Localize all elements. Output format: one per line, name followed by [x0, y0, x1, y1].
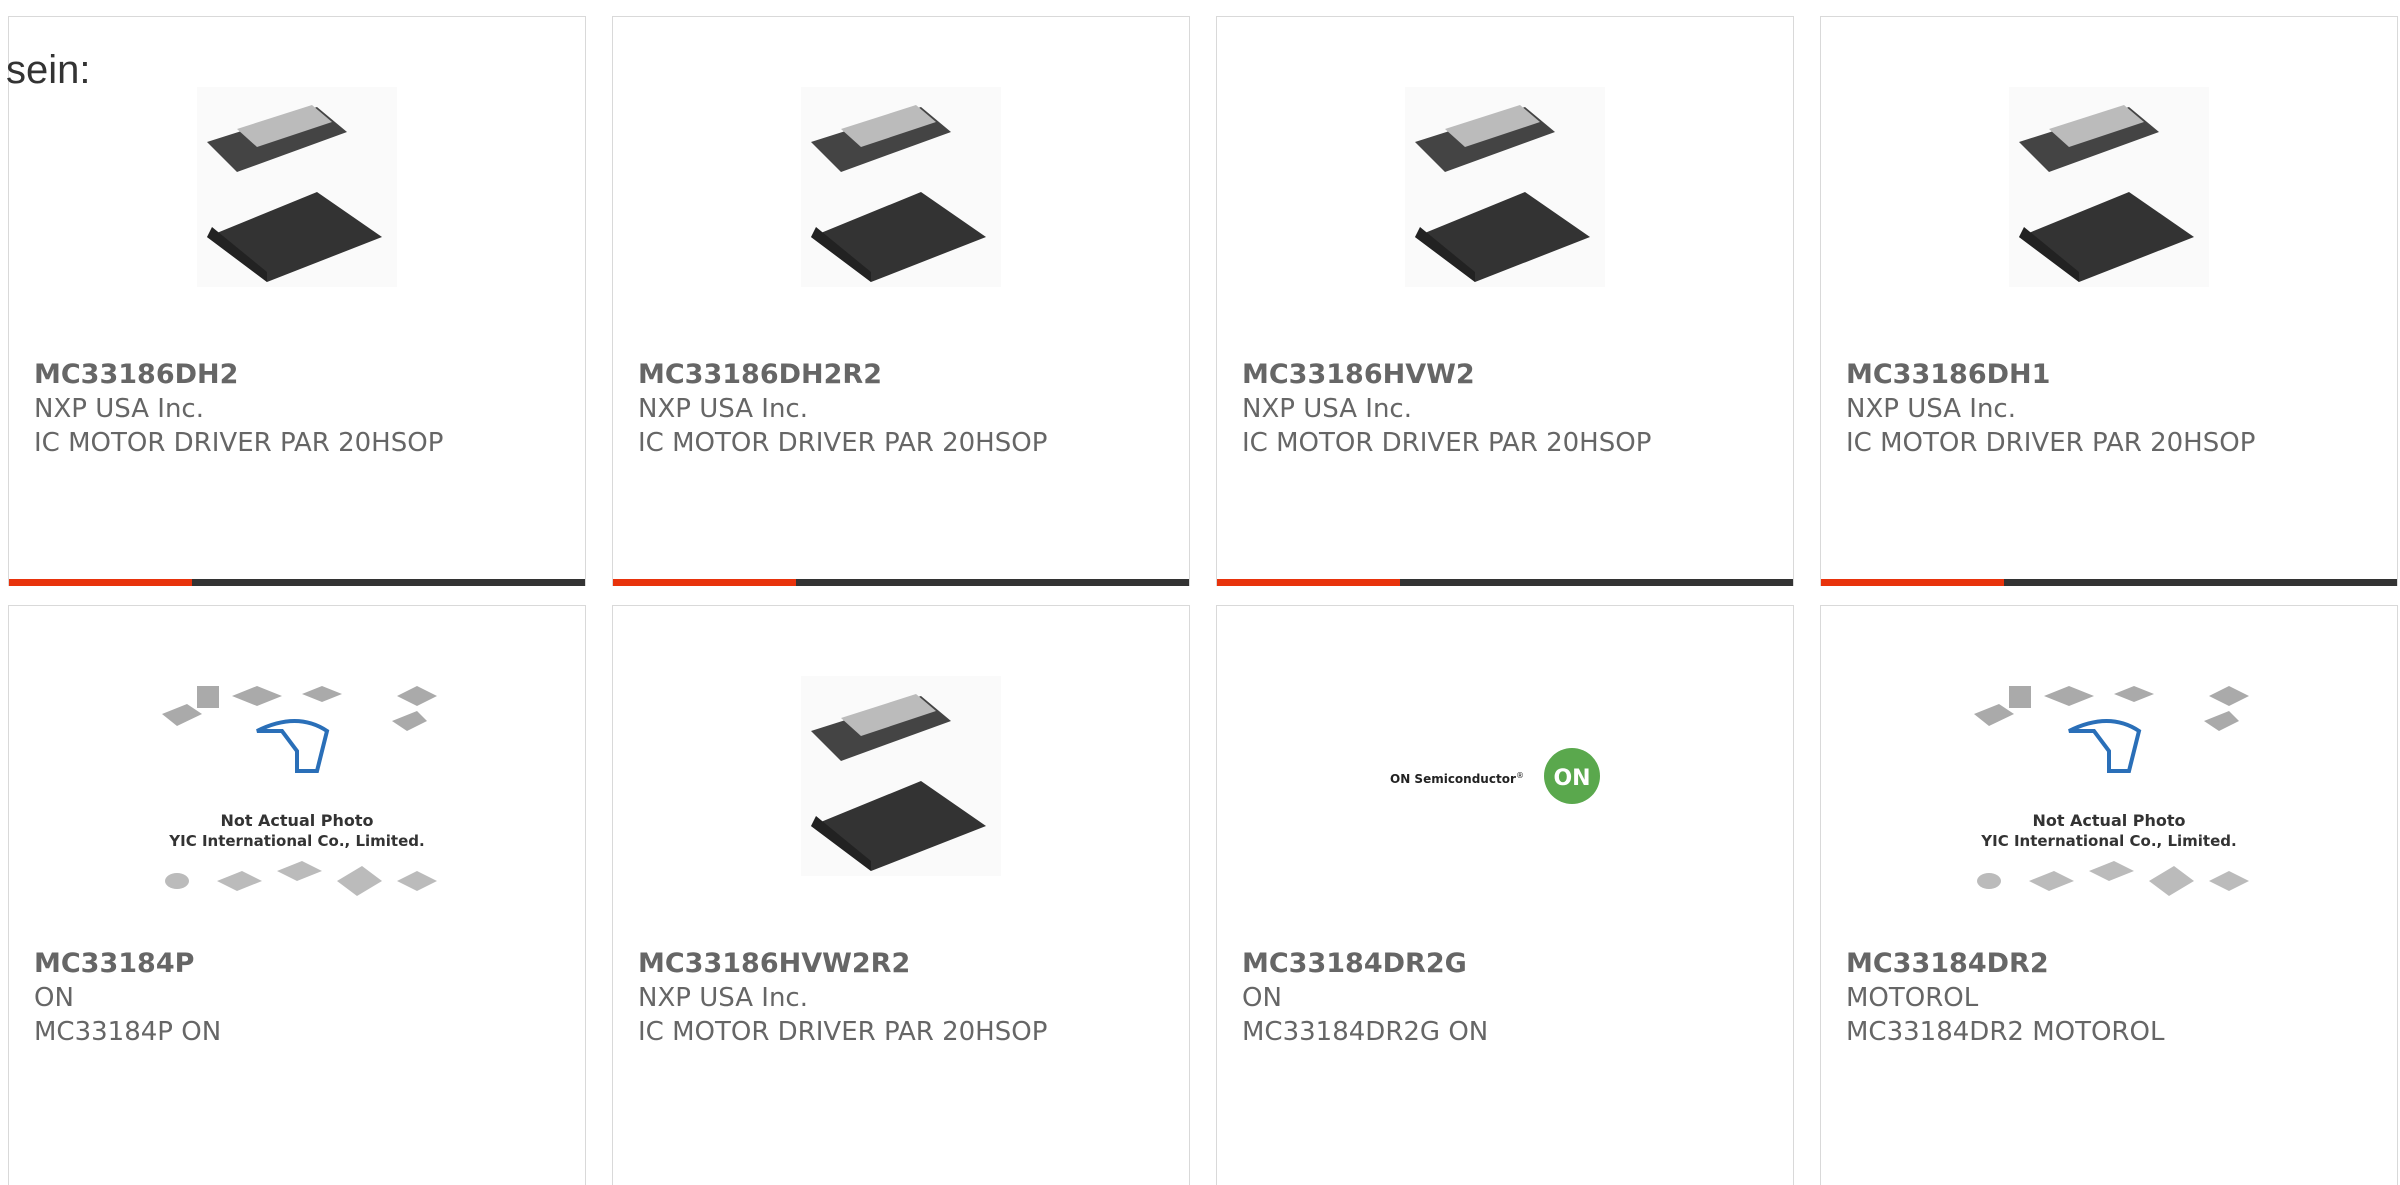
- manufacturer: NXP USA Inc.: [638, 394, 808, 424]
- card-bar-accent: [613, 579, 796, 586]
- chip-image: [1405, 87, 1605, 287]
- description: IC MOTOR DRIVER PAR 20HSOP: [1242, 428, 1652, 458]
- logo-brand: ON Semiconductor: [1390, 772, 1516, 786]
- product-card[interactable]: Not Actual Photo YIC International Co., …: [8, 605, 586, 1185]
- card-bar: [613, 579, 1189, 586]
- description: MC33184P ON: [34, 1017, 222, 1047]
- part-number[interactable]: MC33186DH1: [1846, 359, 2050, 390]
- product-card[interactable]: ON Semiconductor ® ON MC33184DR2G ON MC3…: [1216, 605, 1794, 1185]
- description: MC33184DR2G ON: [1242, 1017, 1489, 1047]
- lead-text: sein:: [6, 48, 91, 92]
- part-number[interactable]: MC33186DH2R2: [638, 359, 882, 390]
- part-number[interactable]: MC33184P: [34, 948, 194, 979]
- manufacturer: NXP USA Inc.: [1846, 394, 2016, 424]
- placeholder-line1: Not Actual Photo: [220, 811, 373, 830]
- logo-reg: ®: [1516, 771, 1524, 780]
- placeholder-line2: YIC International Co., Limited.: [168, 832, 424, 850]
- not-actual-photo-image: Not Actual Photo YIC International Co., …: [157, 676, 437, 906]
- part-number[interactable]: MC33186DH2: [34, 359, 238, 390]
- part-number[interactable]: MC33184DR2: [1846, 948, 2049, 979]
- part-number[interactable]: MC33186HVW2R2: [638, 948, 910, 979]
- product-card[interactable]: MC33186DH1 NXP USA Inc. IC MOTOR DRIVER …: [1820, 16, 2398, 586]
- card-bar: [1821, 579, 2397, 586]
- chip-image: [197, 87, 397, 287]
- product-card[interactable]: Not Actual Photo YIC International Co., …: [1820, 605, 2398, 1185]
- card-bar-accent: [1821, 579, 2004, 586]
- manufacturer: MOTOROL: [1846, 983, 1979, 1013]
- manufacturer: NXP USA Inc.: [1242, 394, 1412, 424]
- product-card[interactable]: MC33186DH2R2 NXP USA Inc. IC MOTOR DRIVE…: [612, 16, 1190, 586]
- chip-image: [801, 87, 1001, 287]
- description: IC MOTOR DRIVER PAR 20HSOP: [638, 428, 1048, 458]
- product-card[interactable]: MC33186HVW2 NXP USA Inc. IC MOTOR DRIVER…: [1216, 16, 1794, 586]
- manufacturer: ON: [1242, 983, 1282, 1013]
- card-bar: [1217, 579, 1793, 586]
- description: MC33184DR2 MOTOROL: [1846, 1017, 2165, 1047]
- product-card[interactable]: MC33186DH2 NXP USA Inc. IC MOTOR DRIVER …: [8, 16, 586, 586]
- manufacturer: ON: [34, 983, 74, 1013]
- description: IC MOTOR DRIVER PAR 20HSOP: [638, 1017, 1048, 1047]
- card-bar-accent: [1217, 579, 1400, 586]
- chip-image: [801, 676, 1001, 876]
- manufacturer: NXP USA Inc.: [34, 394, 204, 424]
- description: IC MOTOR DRIVER PAR 20HSOP: [34, 428, 444, 458]
- onsemi-logo-image: ON Semiconductor ® ON: [1390, 731, 1620, 821]
- placeholder-line2: YIC International Co., Limited.: [1980, 832, 2236, 850]
- part-number[interactable]: MC33186HVW2: [1242, 359, 1475, 390]
- not-actual-photo-image: Not Actual Photo YIC International Co., …: [1969, 676, 2249, 906]
- logo-mark: ON: [1553, 766, 1590, 791]
- chip-image: [2009, 87, 2209, 287]
- card-bar: [9, 579, 585, 586]
- card-bar-accent: [9, 579, 192, 586]
- manufacturer: NXP USA Inc.: [638, 983, 808, 1013]
- product-card[interactable]: MC33186HVW2R2 NXP USA Inc. IC MOTOR DRIV…: [612, 605, 1190, 1185]
- description: IC MOTOR DRIVER PAR 20HSOP: [1846, 428, 2256, 458]
- placeholder-line1: Not Actual Photo: [2032, 811, 2185, 830]
- part-number[interactable]: MC33184DR2G: [1242, 948, 1467, 979]
